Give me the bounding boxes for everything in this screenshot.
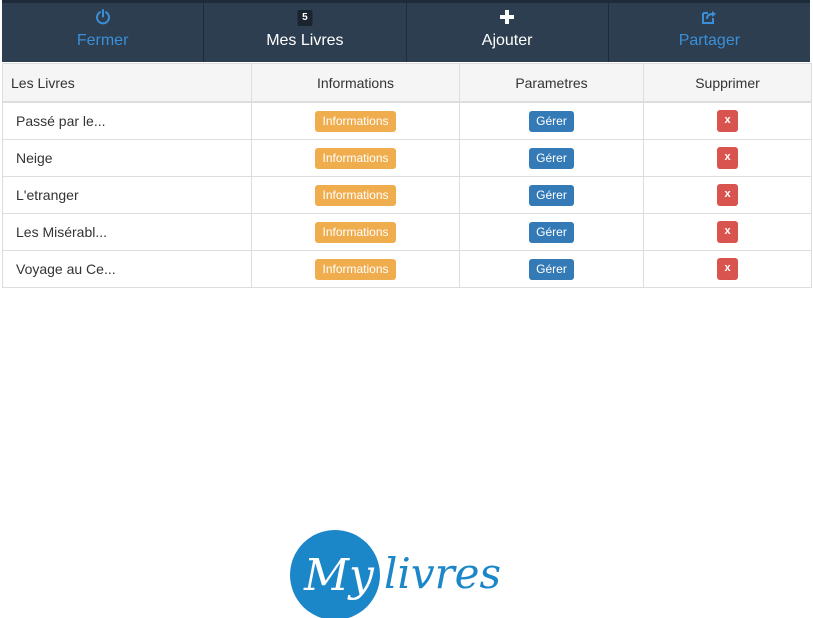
manage-button[interactable]: Gérer: [529, 147, 574, 169]
nav-share-label: Partager: [678, 32, 741, 49]
delete-cell: x: [643, 250, 812, 288]
table-row: Neige Informations Gérer x: [2, 139, 812, 177]
plus-icon: [498, 8, 516, 26]
info-button[interactable]: Informations: [315, 184, 396, 206]
delete-cell: x: [643, 139, 812, 177]
table-header-row: Les Livres Informations Parametres Suppr…: [2, 63, 812, 103]
manage-cell: Gérer: [459, 250, 644, 288]
manage-button[interactable]: Gérer: [529, 258, 574, 280]
top-navbar: Fermer 5 Mes Livres Ajouter Partager: [2, 0, 810, 62]
info-cell: Informations: [251, 250, 460, 288]
table-row: Voyage au Ce... Informations Gérer x: [2, 250, 812, 288]
power-icon: [94, 8, 112, 26]
delete-button[interactable]: x: [717, 221, 738, 243]
delete-cell: x: [643, 176, 812, 214]
app-page: Fermer 5 Mes Livres Ajouter Partager Les…: [0, 0, 813, 618]
manage-cell: Gérer: [459, 213, 644, 251]
nav-close-label: Fermer: [76, 32, 129, 49]
book-title: Les Misérabl...: [2, 213, 252, 251]
info-button[interactable]: Informations: [315, 110, 396, 132]
info-button[interactable]: Informations: [315, 221, 396, 243]
manage-cell: Gérer: [459, 101, 644, 140]
books-table: Les Livres Informations Parametres Suppr…: [2, 63, 812, 288]
books-table-wrapper: Les Livres Informations Parametres Suppr…: [2, 63, 812, 288]
nav-close-button[interactable]: Fermer: [2, 3, 205, 62]
nav-add-label: Ajouter: [481, 32, 533, 49]
delete-cell: x: [643, 213, 812, 251]
manage-button[interactable]: Gérer: [529, 184, 574, 206]
logo-text-livres: livres: [384, 549, 501, 598]
info-button[interactable]: Informations: [315, 258, 396, 280]
header-parametres: Parametres: [459, 63, 644, 103]
nav-add-button[interactable]: Ajouter: [407, 3, 609, 62]
header-books: Les Livres: [2, 63, 252, 103]
delete-button[interactable]: x: [717, 184, 738, 206]
delete-button[interactable]: x: [717, 110, 738, 132]
delete-button[interactable]: x: [717, 258, 738, 280]
table-row: Les Misérabl... Informations Gérer x: [2, 213, 812, 251]
table-row: L'etranger Informations Gérer x: [2, 176, 812, 214]
mylivres-logo: My livres: [290, 530, 530, 618]
share-icon: [700, 8, 718, 26]
nav-my-books-label: Mes Livres: [266, 32, 344, 49]
manage-button[interactable]: Gérer: [529, 221, 574, 243]
table-row: Passé par le... Informations Gérer x: [2, 101, 812, 140]
delete-button[interactable]: x: [717, 147, 738, 169]
nav-my-books-button[interactable]: 5 Mes Livres: [204, 3, 407, 62]
book-count-badge: 5: [297, 10, 313, 26]
logo-text-my: My: [303, 550, 375, 601]
manage-button[interactable]: Gérer: [529, 110, 574, 132]
delete-cell: x: [643, 101, 812, 140]
header-informations: Informations: [251, 63, 460, 103]
book-title: Passé par le...: [2, 101, 252, 140]
info-cell: Informations: [251, 139, 460, 177]
nav-share-button[interactable]: Partager: [609, 3, 810, 62]
info-cell: Informations: [251, 101, 460, 140]
manage-cell: Gérer: [459, 139, 644, 177]
info-cell: Informations: [251, 176, 460, 214]
manage-cell: Gérer: [459, 176, 644, 214]
header-supprimer: Supprimer: [643, 63, 812, 103]
book-title: Neige: [2, 139, 252, 177]
info-button[interactable]: Informations: [315, 147, 396, 169]
book-title: Voyage au Ce...: [2, 250, 252, 288]
info-cell: Informations: [251, 213, 460, 251]
book-title: L'etranger: [2, 176, 252, 214]
